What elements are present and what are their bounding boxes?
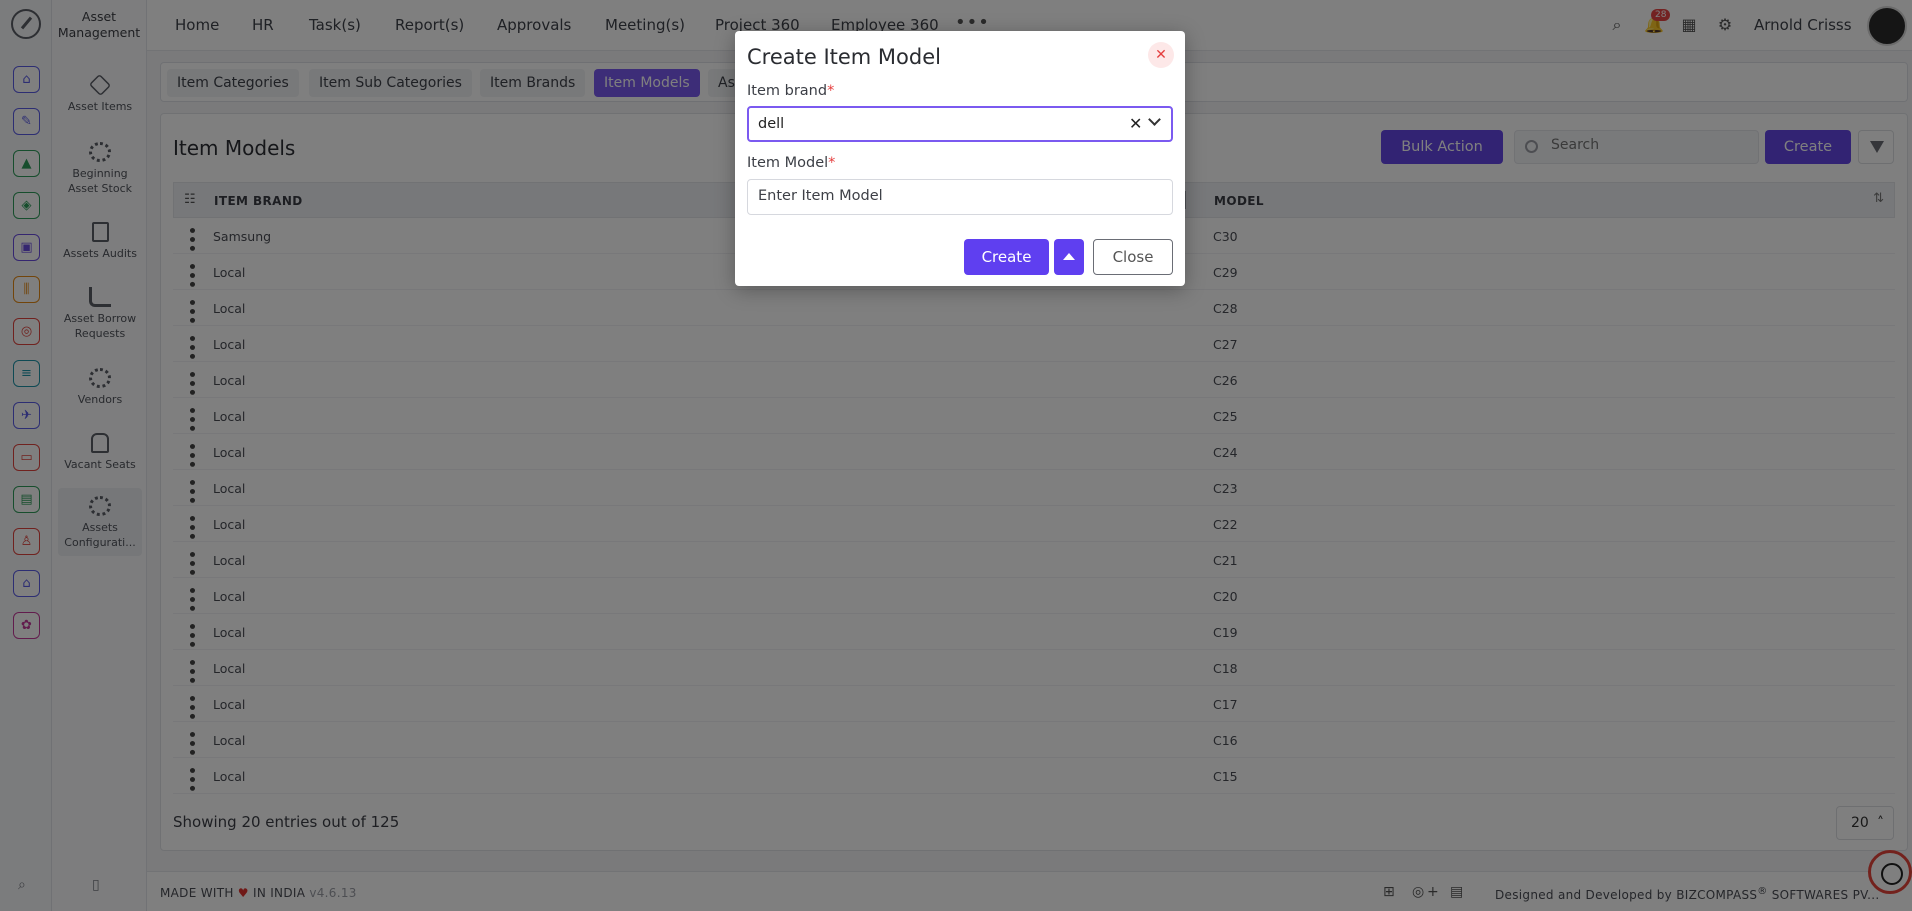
create-options-button[interactable] <box>1054 239 1084 275</box>
dialog-title: Create Item Model <box>747 45 941 69</box>
item-brand-label: Item brand* <box>747 83 835 99</box>
item-brand-select[interactable]: dell ✕ <box>747 106 1173 142</box>
item-model-label: Item Model* <box>747 155 836 171</box>
clear-icon[interactable]: ✕ <box>1129 114 1142 133</box>
close-icon[interactable]: ✕ <box>1148 42 1174 68</box>
create-item-model-dialog: Create Item Model ✕ Item brand* dell ✕ I… <box>735 31 1185 286</box>
item-model-field <box>747 179 1173 215</box>
dialog-create-button[interactable]: Create <box>964 239 1049 275</box>
item-brand-value: dell <box>758 116 785 132</box>
item-model-input[interactable] <box>758 188 1158 204</box>
dialog-close-button[interactable]: Close <box>1093 239 1173 275</box>
chevron-down-icon[interactable] <box>1148 113 1161 126</box>
